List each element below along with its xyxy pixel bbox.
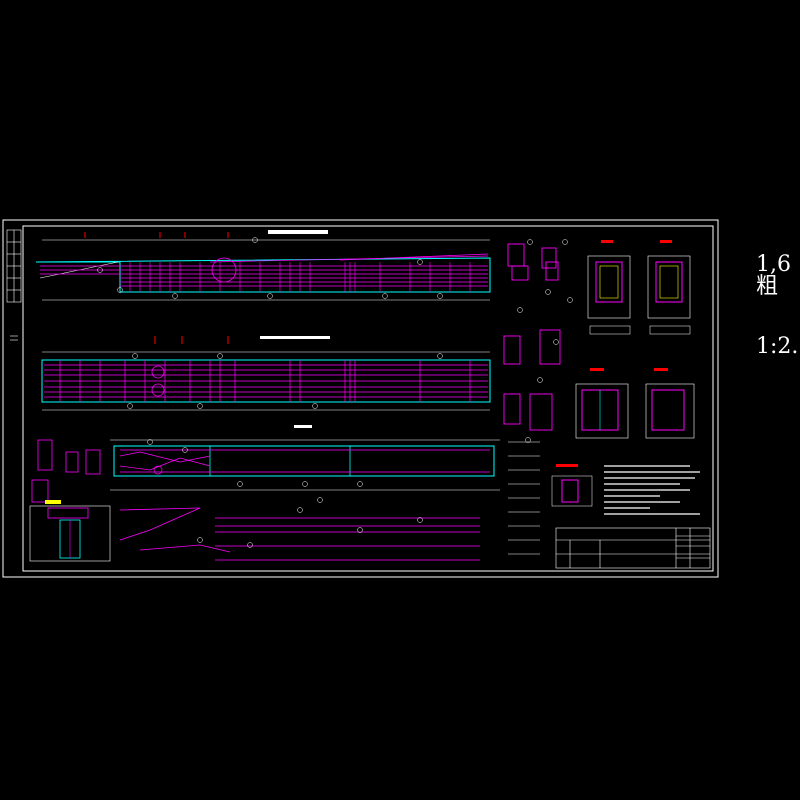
- cross-section-c: [575, 368, 629, 439]
- binding-strip: [6, 229, 22, 341]
- right-markers: [517, 239, 573, 443]
- cad-drawing: [2, 219, 719, 578]
- elevation-view-1: [35, 230, 491, 301]
- cross-section-a: [587, 240, 631, 335]
- bar-list: [508, 441, 540, 555]
- left-detail-sections: [31, 439, 101, 503]
- rebar-detail-group: [503, 243, 561, 431]
- side-note-thickness: 1,6粗: [756, 252, 791, 299]
- cross-section-d: [645, 368, 695, 439]
- bar-bending-schedule: [119, 507, 480, 561]
- plan-view: [41, 336, 491, 411]
- title-block: [555, 527, 711, 569]
- small-box-detail: [551, 464, 593, 507]
- longitudinal-section: [110, 425, 500, 491]
- notes-block: [604, 465, 700, 515]
- side-note-ratio: 1:2.5: [756, 334, 800, 359]
- end-block-detail: [29, 500, 111, 562]
- cross-section-b: [647, 240, 691, 335]
- schedule-markers: [197, 497, 423, 548]
